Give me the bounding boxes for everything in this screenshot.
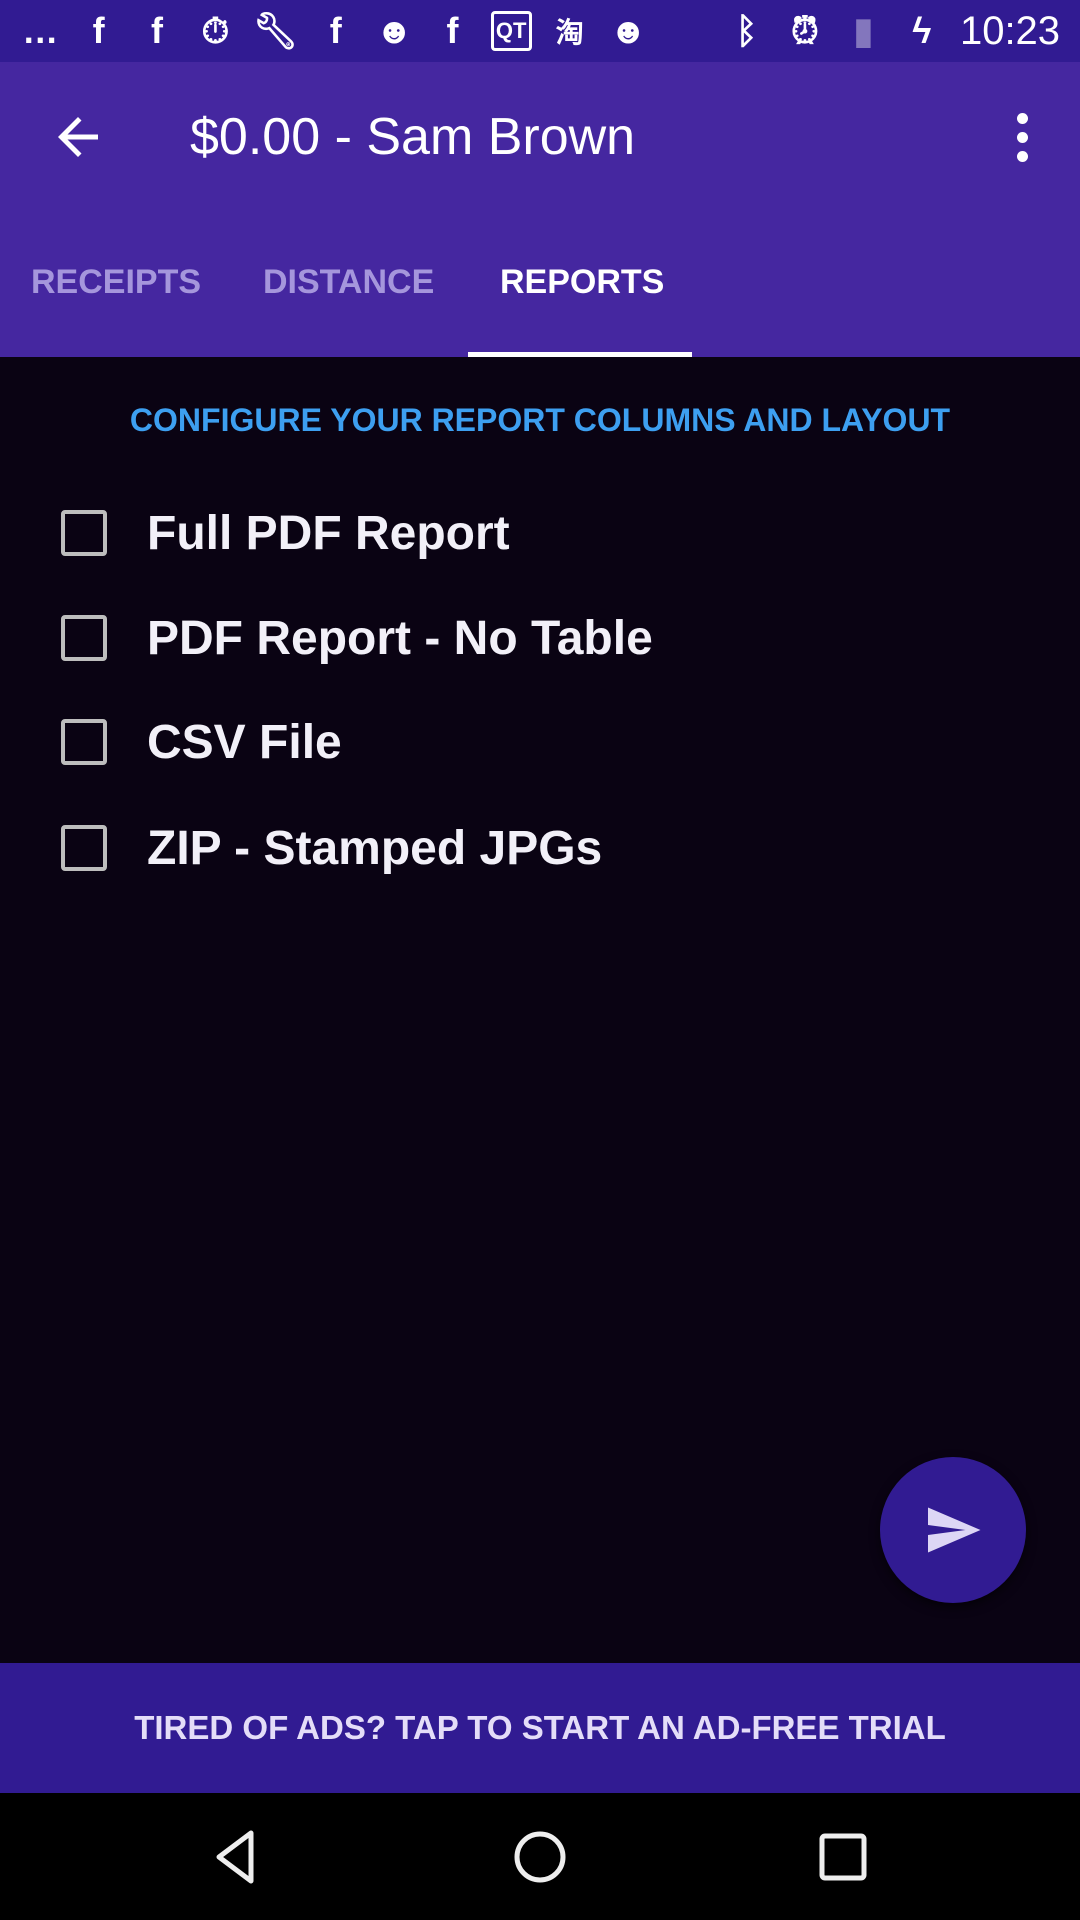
status-bar: … f f ⏱ 🔧︎ f ☻ f QT 淘 ☻ ᛒ ⏰︎ ▮ ϟ 10:23 (0, 0, 1080, 62)
tab-distance[interactable]: DISTANCE (263, 252, 434, 312)
square-recents-icon (819, 1833, 867, 1881)
bluetooth-icon: ᛒ (735, 10, 758, 51)
checkbox[interactable] (61, 510, 107, 556)
ad-free-trial-banner[interactable]: TIRED OF ADS? TAP TO START AN AD-FREE TR… (0, 1663, 1080, 1793)
option-zip-jpgs[interactable]: ZIP - Stamped JPGs (61, 818, 602, 878)
taobao-icon: 淘 (555, 17, 584, 48)
send-icon (928, 1507, 981, 1553)
send-report-button[interactable] (880, 1457, 1026, 1603)
facebook-icon: f (446, 10, 459, 51)
section-heading: CONFIGURE YOUR REPORT COLUMNS AND LAYOUT (129, 402, 951, 438)
triangle-back-icon (216, 1830, 254, 1884)
arrow-back-icon (58, 117, 98, 157)
qt-icon: QT (490, 11, 532, 51)
facebook-icon: f (92, 10, 105, 51)
nav-home-button[interactable] (508, 1825, 572, 1889)
page-title: $0.00 - Sam Brown (190, 108, 636, 166)
facebook-icon: f (150, 10, 163, 51)
wrench-icon: 🔧︎ (252, 10, 299, 51)
app-bar: $0.00 - Sam Brown RECEIPTS DISTANCE REPO… (0, 62, 1080, 357)
navigation-bar (0, 1793, 1080, 1920)
smiley-icon: ☻ (375, 10, 414, 51)
checkbox[interactable] (61, 719, 107, 765)
tab-reports[interactable]: REPORTS (500, 252, 664, 312)
checkbox[interactable] (61, 615, 107, 661)
more-vert-icon (1016, 112, 1028, 124)
tab-indicator (468, 352, 692, 357)
circle-home-icon (514, 1831, 566, 1883)
option-csv[interactable]: CSV File (61, 712, 342, 772)
back-button[interactable] (48, 107, 108, 167)
no-sim-icon: ▮ (853, 10, 874, 51)
checkbox[interactable] (61, 825, 107, 871)
more-options-button[interactable] (1000, 102, 1044, 172)
facebook-icon: f (329, 10, 342, 51)
alarm-icon: ⏰︎ (790, 9, 820, 51)
smiley-icon: ☻ (609, 10, 648, 51)
battery-charging-icon: ϟ (912, 10, 932, 51)
nav-back-button[interactable] (205, 1825, 269, 1889)
option-full-pdf[interactable]: Full PDF Report (61, 503, 510, 563)
clock: 10:23 (959, 8, 1061, 53)
messenger-icon: … (22, 10, 59, 51)
nav-recents-button[interactable] (811, 1825, 875, 1889)
option-pdf-no-table[interactable]: PDF Report - No Table (61, 608, 653, 668)
tab-receipts[interactable]: RECEIPTS (31, 252, 201, 312)
stopwatch-icon: ⏱ (201, 9, 230, 51)
